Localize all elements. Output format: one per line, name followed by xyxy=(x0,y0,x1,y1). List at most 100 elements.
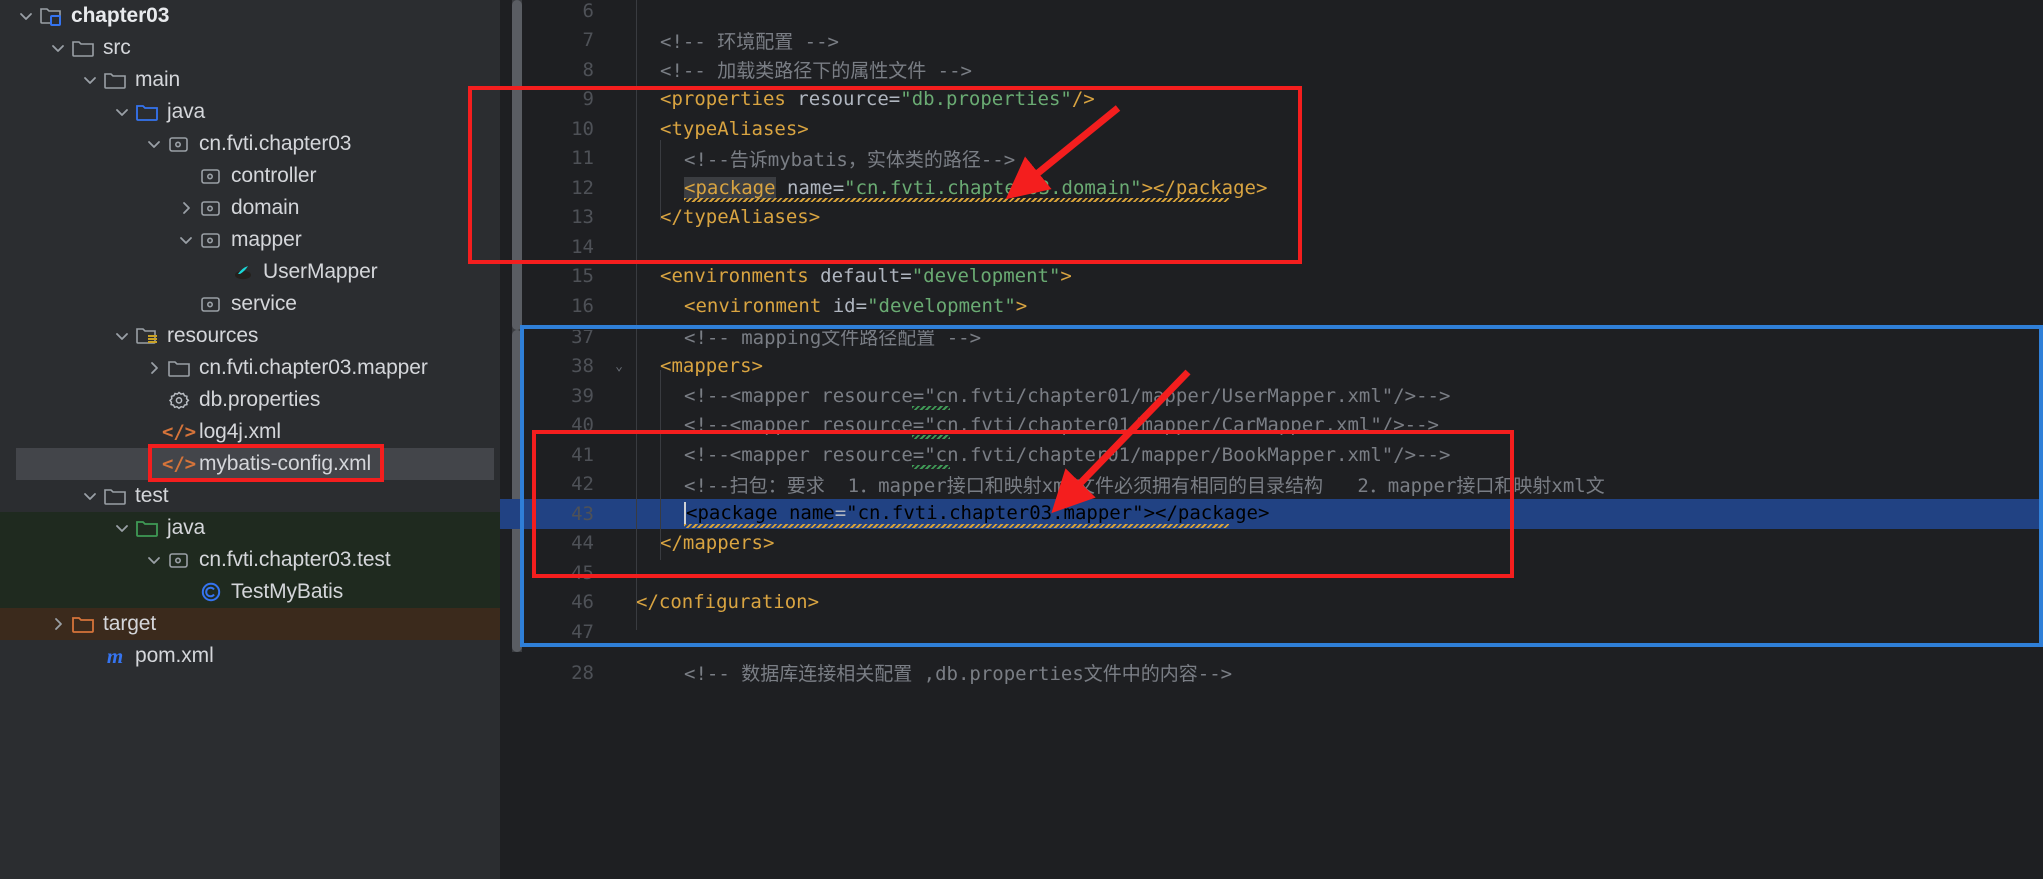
folder-icon xyxy=(102,486,128,506)
line-number: 43 xyxy=(571,502,594,525)
code-line[interactable]: 43 <package name="cn.fvti.chapter03.mappe… xyxy=(500,499,2043,529)
chevron-right-icon[interactable] xyxy=(46,616,70,632)
code-line[interactable]: 38 ⌄ <mappers> xyxy=(500,352,2043,382)
line-number: 41 xyxy=(571,443,594,466)
tree-item-pom-xml[interactable]: m pom.xml xyxy=(0,640,500,672)
code-line[interactable]: 11 <!--告诉mybatis，实体类的路径--> xyxy=(500,144,2043,174)
code-line[interactable]: 44 </mappers> xyxy=(500,529,2043,559)
code-text: <!-- 加载类路径下的属性文件 --> xyxy=(660,60,972,83)
tree-item-db-properties[interactable]: db.properties xyxy=(0,384,500,416)
code-line[interactable]: 47 xyxy=(500,617,2043,647)
chevron-down-icon[interactable] xyxy=(142,136,166,152)
code-text: <!-- mapping文件路径配置 --> xyxy=(684,330,982,350)
maven-file-icon: m xyxy=(106,643,124,668)
chevron-down-icon[interactable] xyxy=(110,520,134,536)
chevron-down-icon[interactable] xyxy=(110,328,134,344)
code-line[interactable]: 12 <package name="cn.fvti.chapter03.domai… xyxy=(500,173,2043,203)
chevron-right-icon[interactable] xyxy=(142,360,166,376)
code-line[interactable]: 16 <environment id="development"> xyxy=(500,291,2043,321)
code-line[interactable]: 10 <typeAliases> xyxy=(500,114,2043,144)
line-number: 16 xyxy=(571,294,594,317)
ide-screenshot: chapter03 src main java cn.fvti.chapter03 con… xyxy=(0,0,2043,879)
code-line[interactable]: 40 <!--<mapper resource="cn.fvti/chapter0… xyxy=(500,411,2043,441)
tree-item-java[interactable]: java xyxy=(0,512,500,544)
code-text: <!--告诉mybatis，实体类的路径--> xyxy=(684,148,1016,171)
line-number: 39 xyxy=(571,384,594,407)
line-number: 28 xyxy=(571,661,594,684)
code-line[interactable]: 13 </typeAliases> xyxy=(500,203,2043,233)
code-text: <package name="cn.fvti.chapter03.mapper"… xyxy=(684,502,1270,526)
code-line[interactable]: 45 xyxy=(500,558,2043,588)
tree-item-service[interactable]: service xyxy=(0,288,500,320)
tree-item-label: java xyxy=(167,516,206,539)
line-number: 47 xyxy=(571,620,594,643)
tree-item-controller[interactable]: controller xyxy=(0,160,500,192)
code-editor-panel[interactable]: 6 7 <!-- 环境配置 --> 8 <!-- 加载类路径下的属性文件 --> 9 <pr… xyxy=(500,0,2043,879)
tree-item-usermapper[interactable]: UserMapper xyxy=(0,256,500,288)
tree-item-src[interactable]: src xyxy=(0,32,500,64)
tree-item-cn-fvti-chapter03[interactable]: cn.fvti.chapter03 xyxy=(0,128,500,160)
tree-item-mybatis-config-xml[interactable]: </> mybatis-config.xml xyxy=(16,448,494,480)
tree-item-java[interactable]: java xyxy=(0,96,500,128)
code-line[interactable]: 9 <properties resource="db.properties"/> xyxy=(500,85,2043,115)
chevron-right-icon[interactable] xyxy=(174,200,198,216)
code-line[interactable]: 28 <!-- 数据库连接相关配置 ,db.properties文件中的内容--> xyxy=(500,658,2043,688)
code-line[interactable]: 42 <!--扫包：要求 1．mapper接口和映射xml文件必须拥有相同的目录结… xyxy=(500,470,2043,500)
code-text: <!--<mapper resource="cn.fvti/chapter01/… xyxy=(684,414,1439,437)
tree-item-testmybatis[interactable]: TestMyBatis xyxy=(0,576,500,608)
tree-item-chapter03[interactable]: chapter03 xyxy=(0,0,500,32)
editor-pane-tail[interactable]: 28 <!-- 数据库连接相关配置 ,db.properties文件中的内容--> xyxy=(500,652,2043,879)
resources-folder-icon xyxy=(134,326,160,346)
tree-item-mapper[interactable]: mapper xyxy=(0,224,500,256)
tree-item-log4j-xml[interactable]: </> log4j.xml xyxy=(0,416,500,448)
tree-item-label: db.properties xyxy=(199,388,321,411)
tree-item-label: service xyxy=(231,292,297,315)
editor-pane-top[interactable]: 6 7 <!-- 环境配置 --> 8 <!-- 加载类路径下的属性文件 --> 9 <pr… xyxy=(500,0,2043,330)
chevron-down-icon[interactable] xyxy=(46,40,70,56)
tree-item-label: chapter03 xyxy=(71,4,170,27)
tree-item-main[interactable]: main xyxy=(0,64,500,96)
project-tree-panel[interactable]: chapter03 src main java cn.fvti.chapter03 con… xyxy=(0,0,500,879)
code-text: </mappers> xyxy=(660,532,775,555)
code-line[interactable]: 14 xyxy=(500,232,2043,262)
line-number: 8 xyxy=(582,58,594,81)
chevron-down-icon[interactable] xyxy=(174,232,198,248)
code-line[interactable]: 41 <!--<mapper resource="cn.fvti/chapter0… xyxy=(500,440,2043,470)
tree-item-label: cn.fvti.chapter03 xyxy=(199,132,352,155)
chevron-down-icon[interactable] xyxy=(142,552,166,568)
code-line[interactable]: 8 <!-- 加载类路径下的属性文件 --> xyxy=(500,55,2043,85)
tree-item-test[interactable]: test xyxy=(0,480,500,512)
editor-pane-bottom[interactable]: 37 <!-- mapping文件路径配置 --> 38 ⌄ <mappers> 39 <!… xyxy=(500,330,2043,652)
line-number: 12 xyxy=(571,176,594,199)
folder-icon xyxy=(102,70,128,90)
tree-item-label: main xyxy=(135,68,181,91)
code-line[interactable]: 6 xyxy=(500,0,2043,26)
chevron-down-icon[interactable]: ⌄ xyxy=(608,359,630,374)
tree-item-label: log4j.xml xyxy=(199,420,281,443)
inspection-squiggle xyxy=(684,197,1229,202)
code-line[interactable]: 7 <!-- 环境配置 --> xyxy=(500,26,2043,56)
code-line[interactable]: 46 </configuration> xyxy=(500,588,2043,618)
code-text: <properties resource="db.properties"/> xyxy=(660,88,1095,111)
code-text: <package name="cn.fvti.chapter03.domain"… xyxy=(684,176,1268,199)
code-line[interactable]: 15 <environments default="development"> xyxy=(500,262,2043,292)
code-text: <typeAliases> xyxy=(660,117,809,140)
chevron-down-icon[interactable] xyxy=(78,72,102,88)
line-number: 14 xyxy=(571,235,594,258)
line-number: 10 xyxy=(571,117,594,140)
source-folder-icon xyxy=(134,102,160,122)
chevron-down-icon[interactable] xyxy=(110,104,134,120)
chevron-down-icon[interactable] xyxy=(78,488,102,504)
code-line[interactable]: 39 <!--<mapper resource="cn.fvti/chapter0… xyxy=(500,381,2043,411)
tree-item-cn-fvti-chapter03-test[interactable]: cn.fvti.chapter03.test xyxy=(0,544,500,576)
module-folder-icon xyxy=(38,6,64,26)
tree-item-resources[interactable]: resources xyxy=(0,320,500,352)
tree-item-domain[interactable]: domain xyxy=(0,192,500,224)
chevron-down-icon[interactable] xyxy=(14,8,38,24)
tree-item-cn-fvti-chapter03-mapper[interactable]: cn.fvti.chapter03.mapper xyxy=(0,352,500,384)
line-number: 13 xyxy=(571,206,594,229)
line-number: 42 xyxy=(571,473,594,496)
tree-item-target[interactable]: target xyxy=(0,608,500,640)
tree-item-label: mybatis-config.xml xyxy=(199,452,372,475)
code-line[interactable]: 37 <!-- mapping文件路径配置 --> xyxy=(500,330,2043,352)
